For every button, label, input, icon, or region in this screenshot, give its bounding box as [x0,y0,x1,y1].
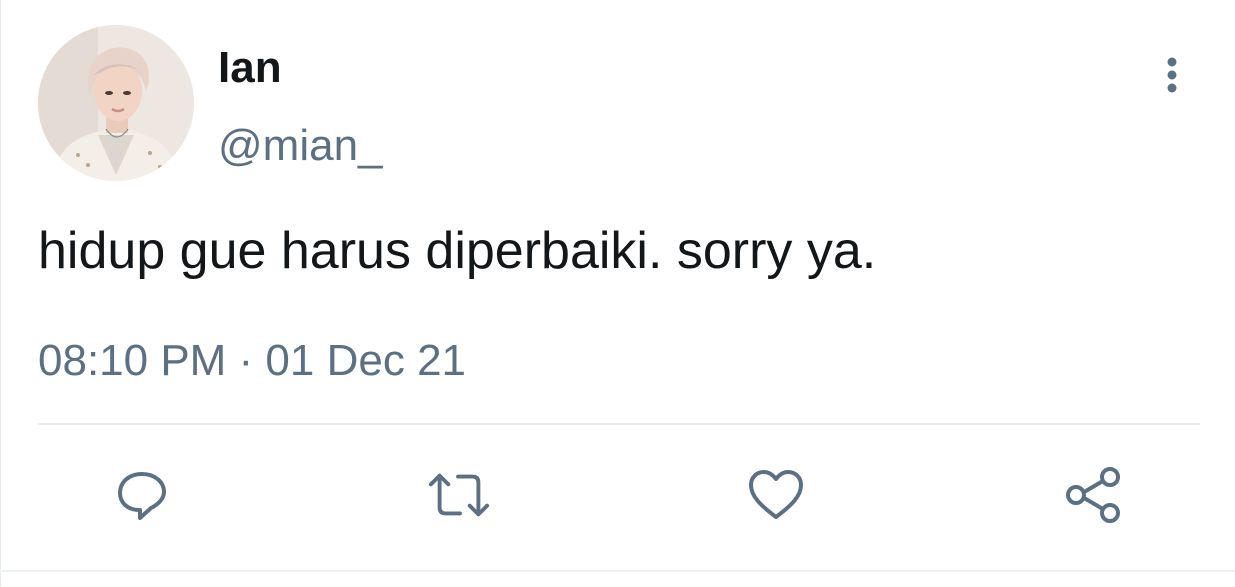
tweet-text: hidup gue harus diperbaiki. sorry ya. [38,222,877,280]
share-icon [1066,467,1120,523]
reply-button[interactable] [110,463,174,527]
card-bottom-border [0,570,1235,572]
heart-icon [749,470,803,519]
avatar-image [38,25,194,181]
card-left-border [0,0,1,587]
share-button[interactable] [1062,463,1126,527]
tweet-timestamp[interactable]: 08:10 PM · 01 Dec 21 [38,333,466,389]
like-button[interactable] [744,463,808,527]
author-handle[interactable]: @mian_ [218,118,383,174]
author-display-name[interactable]: Ian [218,40,282,96]
retweet-icon [428,473,490,517]
retweet-button[interactable] [427,463,491,527]
more-options-button[interactable] [1148,50,1196,98]
reply-icon [118,472,166,520]
divider [38,423,1200,425]
avatar[interactable] [38,25,194,181]
more-vertical-icon [1167,57,1177,93]
